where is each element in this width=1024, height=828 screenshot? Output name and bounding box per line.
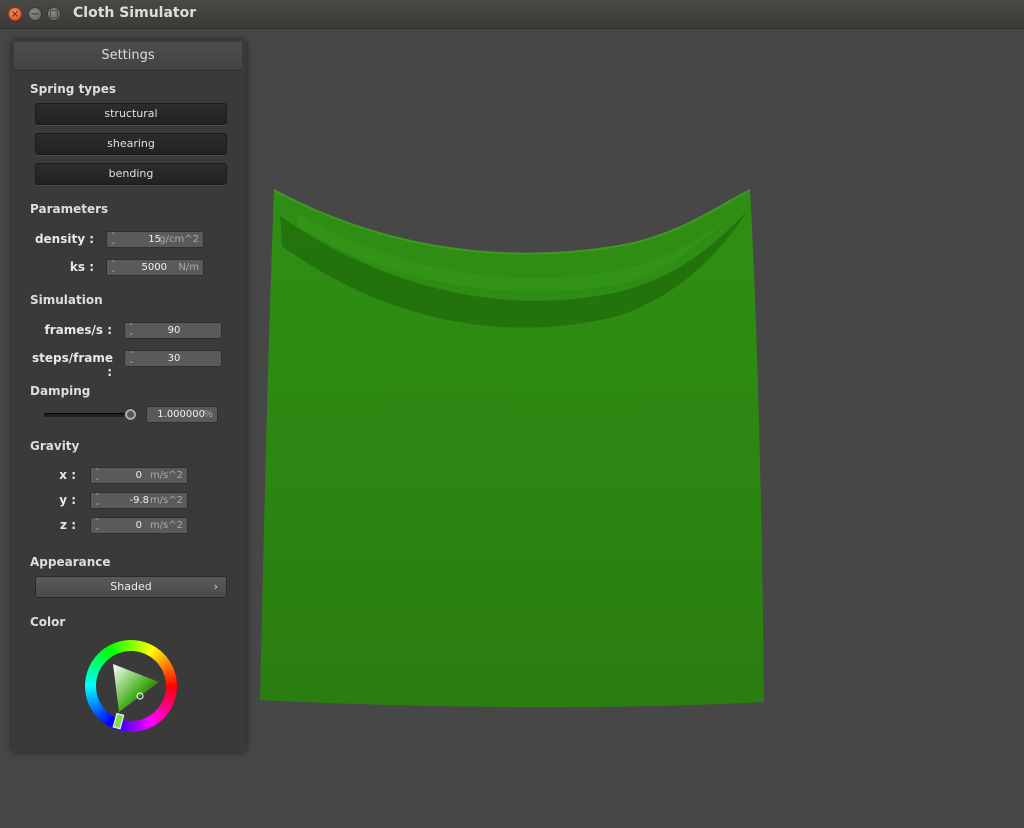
steps-per-frame-value: 30 <box>167 353 181 364</box>
ks-value: 5000 <box>141 262 167 273</box>
steps-per-frame-field[interactable]: ⌃ ⌄ 30 <box>124 350 222 367</box>
damping-value: 1.000000 <box>157 409 205 420</box>
structural-button[interactable]: structural <box>35 103 227 125</box>
gravity-x-value: 0 <box>135 470 142 481</box>
parameters-heading: Parameters <box>30 202 109 216</box>
window-title: Cloth Simulator <box>73 5 197 21</box>
spin-arrows-icon[interactable]: ⌃ ⌄ <box>94 493 101 507</box>
frames-per-second-label: frames/s : <box>44 323 112 337</box>
frames-per-second-field[interactable]: ⌃ ⌄ 90 <box>124 322 222 339</box>
gravity-z-unit: m/s^2 <box>149 520 183 531</box>
density-label: density : <box>34 232 94 246</box>
damping-unit: % <box>203 409 213 420</box>
density-field[interactable]: ⌃ ⌄ 15 g/cm^2 <box>106 231 204 248</box>
color-triangle-icon[interactable] <box>85 640 177 732</box>
damping-slider-handle[interactable] <box>124 408 137 421</box>
settings-panel-title[interactable]: Settings <box>14 42 242 71</box>
spin-arrows-icon[interactable]: ⌃ ⌄ <box>94 518 101 532</box>
gravity-z-value: 0 <box>135 520 142 531</box>
appearance-dropdown[interactable]: Shaded › <box>35 576 227 598</box>
damping-heading: Damping <box>30 384 91 398</box>
gravity-z-field[interactable]: ⌃ ⌄ 0 m/s^2 <box>90 517 188 534</box>
steps-per-frame-label: steps/frame : <box>32 351 114 379</box>
shearing-button[interactable]: shearing <box>35 133 227 155</box>
gravity-heading: Gravity <box>30 439 80 453</box>
appearance-heading: Appearance <box>30 555 111 569</box>
frames-per-second-value: 90 <box>167 325 181 336</box>
cloth-mesh[interactable] <box>258 186 768 712</box>
gravity-x-field[interactable]: ⌃ ⌄ 0 m/s^2 <box>90 467 188 484</box>
ks-label: ks : <box>69 260 94 274</box>
density-unit: g/cm^2 <box>159 234 199 245</box>
damping-slider-track[interactable] <box>44 413 134 417</box>
settings-panel: Settings Spring types structural shearin… <box>12 40 246 752</box>
appearance-selected-value: Shaded <box>110 580 152 593</box>
close-window-button[interactable]: × <box>8 7 22 21</box>
damping-field[interactable]: 1.000000 % <box>146 406 218 423</box>
minimize-window-button[interactable]: − <box>28 7 42 21</box>
spin-arrows-icon[interactable]: ⌃ ⌄ <box>94 468 101 482</box>
gravity-y-label: y : <box>59 493 76 507</box>
spin-arrows-icon[interactable]: ⌃ ⌄ <box>110 260 117 274</box>
chevron-right-icon: › <box>213 580 218 593</box>
title-bar: × − □ Cloth Simulator <box>0 0 1024 29</box>
spring-types-heading: Spring types <box>30 82 117 96</box>
gravity-x-unit: m/s^2 <box>149 470 183 481</box>
gravity-x-label: x : <box>59 468 76 482</box>
ks-unit: N/m <box>178 262 199 273</box>
maximize-window-button[interactable]: □ <box>47 7 61 21</box>
spin-arrows-icon[interactable]: ⌃ ⌄ <box>110 232 117 246</box>
gravity-y-unit: m/s^2 <box>149 495 183 506</box>
gravity-z-label: z : <box>60 518 76 532</box>
color-wheel[interactable] <box>85 640 177 732</box>
gravity-y-value: -9.8 <box>129 495 149 506</box>
bending-button[interactable]: bending <box>35 163 227 185</box>
hue-selection-marker <box>112 712 125 730</box>
gravity-y-field[interactable]: ⌃ ⌄ -9.8 m/s^2 <box>90 492 188 509</box>
color-heading: Color <box>30 615 66 629</box>
simulation-heading: Simulation <box>30 293 103 307</box>
ks-field[interactable]: ⌃ ⌄ 5000 N/m <box>106 259 204 276</box>
